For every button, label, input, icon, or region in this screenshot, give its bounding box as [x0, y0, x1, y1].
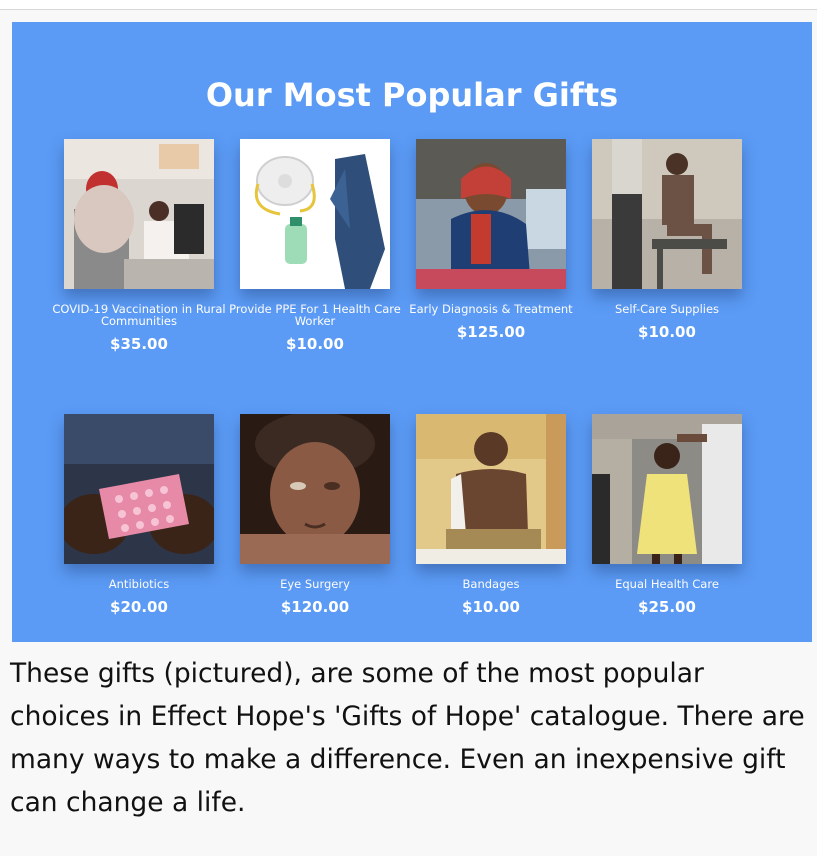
gifts-caption: These gifts (pictured), are some of the … — [10, 658, 805, 818]
gift-price: $10.00 — [638, 323, 696, 341]
gift-name: COVID-19 Vaccination in Rural Communitie… — [52, 302, 226, 328]
panel-title: Our Most Popular Gifts — [205, 76, 619, 114]
gift-price: $10.00 — [286, 335, 344, 353]
gift-photo-equal-health[interactable] — [592, 414, 742, 564]
gift-photo-self-care[interactable] — [592, 139, 742, 289]
gift-card[interactable]: Antibiotics $20.00 — [51, 414, 227, 616]
gift-photo-eye-surgery[interactable] — [240, 414, 390, 564]
gift-card[interactable]: Provide PPE For 1 Health Care Worker $10… — [227, 139, 403, 353]
gift-price: $25.00 — [638, 598, 696, 616]
gift-photo-diagnosis[interactable] — [416, 139, 566, 289]
gift-price: $120.00 — [280, 598, 350, 616]
gift-price: $35.00 — [110, 335, 168, 353]
gift-name: Antibiotics — [108, 577, 170, 591]
gift-name: Early Diagnosis & Treatment — [409, 302, 573, 316]
gift-name: Equal Health Care — [615, 577, 719, 591]
gift-photo-ppe[interactable] — [240, 139, 390, 289]
gift-name: Eye Surgery — [280, 577, 350, 591]
gift-price: $20.00 — [110, 598, 168, 616]
gift-card[interactable]: Eye Surgery $120.00 — [227, 414, 403, 616]
gift-name: Bandages — [462, 577, 520, 591]
gift-card[interactable]: Self-Care Supplies $10.00 — [579, 139, 755, 341]
popular-gifts-panel: Our Most Popular Gifts COVID-19 Vaccinat… — [12, 22, 812, 642]
top-border — [0, 0, 817, 10]
gift-card[interactable]: Early Diagnosis & Treatment $125.00 — [403, 139, 579, 341]
gift-card[interactable]: Bandages $10.00 — [403, 414, 579, 616]
gift-name: Self-Care Supplies — [614, 302, 720, 316]
gift-card[interactable]: Equal Health Care $25.00 — [579, 414, 755, 616]
gift-photo-vaccination[interactable] — [64, 139, 214, 289]
gift-price: $125.00 — [456, 323, 526, 341]
gift-photo-antibiotics[interactable] — [64, 414, 214, 564]
gift-photo-bandages[interactable] — [416, 414, 566, 564]
gift-card[interactable]: COVID-19 Vaccination in Rural Communitie… — [51, 139, 227, 353]
gift-price: $10.00 — [462, 598, 520, 616]
gift-name: Provide PPE For 1 Health Care Worker — [229, 302, 401, 328]
